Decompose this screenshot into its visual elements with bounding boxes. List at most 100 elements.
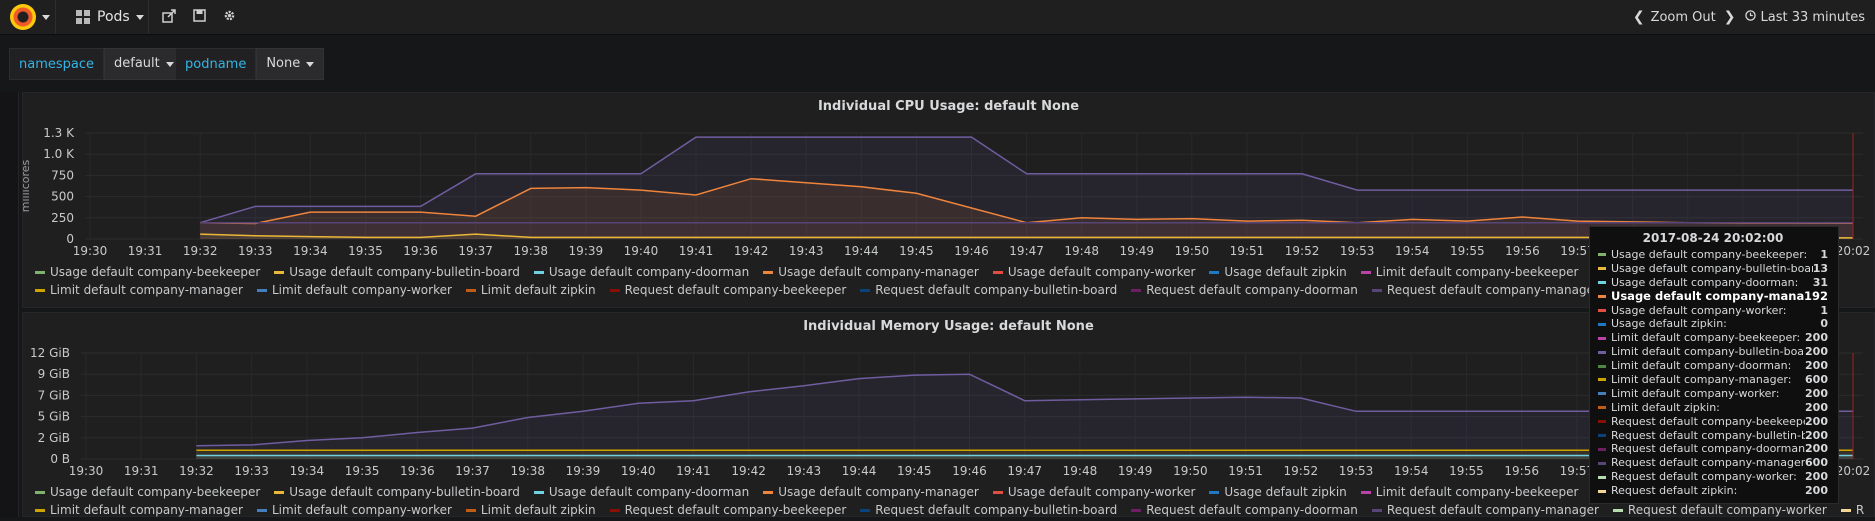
x-tick-label: 19:31 — [128, 244, 163, 258]
x-tick-label: 19:39 — [569, 244, 604, 258]
legend-label: Request default company-manager — [1386, 503, 1599, 517]
legend-item[interactable]: Request default company-doorman — [1131, 283, 1358, 297]
legend-item[interactable]: Limit default zipkin — [465, 503, 596, 517]
legend-item[interactable]: Limit default company-manager — [35, 283, 243, 297]
podname-select[interactable]: None — [256, 48, 325, 80]
legend-item[interactable]: Usage default company-worker — [992, 265, 1196, 279]
tooltip-value: 0 — [1820, 317, 1828, 331]
legend-item[interactable]: Request default company-doorman — [1131, 503, 1358, 517]
tooltip-row: Usage default company-manager:192 — [1598, 289, 1828, 304]
legend-swatch — [1131, 509, 1142, 512]
legend-swatch — [1840, 509, 1851, 512]
x-tick-label: 19:43 — [787, 464, 822, 478]
tooltip-row: Request default company-doorman: 200 — [1598, 442, 1828, 456]
tooltip-series-name: Request default zipkin: — [1611, 484, 1738, 498]
legend-item[interactable]: Usage default company-beekeeper — [35, 265, 260, 279]
tooltip-value: 200 — [1805, 345, 1828, 359]
tooltip-value: 13 — [1812, 261, 1828, 275]
row-collapse-strip[interactable] — [0, 92, 19, 517]
legend-swatch — [1131, 289, 1142, 292]
legend-item[interactable]: Usage default company-bulletin-board — [274, 265, 520, 279]
x-tick-label: 19:38 — [510, 464, 545, 478]
chevron-down-icon — [42, 14, 50, 20]
x-tick-label: 19:41 — [676, 464, 711, 478]
legend-item[interactable]: Usage default company-doorman — [533, 485, 749, 499]
x-tick-label: 19:40 — [621, 464, 656, 478]
chevron-down-icon — [165, 61, 174, 67]
legend-item[interactable]: Usage default company-bulletin-board — [274, 485, 520, 499]
legend-item[interactable]: Request default company-bulletin-board — [860, 283, 1117, 297]
legend-item[interactable]: Usage default zipkin — [1209, 485, 1347, 499]
namespace-value: default — [114, 56, 160, 71]
dashboard-picker[interactable]: Pods — [64, 0, 149, 34]
legend-item[interactable]: Usage default company-manager — [763, 485, 979, 499]
tooltip-value: 200 — [1805, 428, 1828, 442]
legend-item[interactable]: Limit default company-beekeeper — [1360, 265, 1578, 279]
legend-item[interactable]: Limit default company-beekeeper — [1360, 485, 1578, 499]
x-tick-label: 19:37 — [458, 244, 493, 258]
x-tick-label: 19:45 — [899, 244, 934, 258]
legend-item[interactable]: Usage default company-beekeeper — [35, 485, 260, 499]
x-tick-label: 19:54 — [1394, 464, 1429, 478]
namespace-select[interactable]: default — [104, 48, 184, 80]
legend-label: Usage default company-worker — [1007, 265, 1196, 279]
zoom-out-button[interactable]: Zoom Out — [1651, 10, 1716, 25]
legend-item[interactable]: Request default company-beekeeper — [609, 283, 846, 297]
save-icon[interactable] — [191, 9, 207, 25]
legend-item[interactable]: Limit default zipkin — [465, 283, 596, 297]
share-icon[interactable] — [161, 9, 177, 25]
tooltip-swatch — [1598, 253, 1606, 257]
x-tick-label: 19:37 — [455, 464, 490, 478]
legend-swatch — [609, 509, 620, 512]
grafana-menu[interactable] — [0, 0, 56, 34]
legend-item[interactable]: Request default company-manager — [1371, 283, 1599, 297]
legend-item[interactable]: Request default company-bulletin-board — [860, 503, 1117, 517]
legend-item[interactable]: Limit default company-worker — [256, 503, 452, 517]
legend-swatch — [763, 271, 774, 274]
legend-swatch — [256, 509, 267, 512]
chevron-right-icon[interactable]: ❯ — [1724, 9, 1736, 25]
tooltip-swatch — [1598, 378, 1606, 382]
panel-title[interactable]: Individual CPU Usage: default None — [23, 99, 1874, 114]
legend-label: Usage default company-manager — [778, 485, 979, 499]
tooltip-series-name: Usage default company-worker: — [1611, 303, 1787, 317]
x-tick-label: 19:44 — [844, 244, 879, 258]
x-tick-label: 19:33 — [238, 244, 273, 258]
tooltip-value: 200 — [1805, 386, 1828, 400]
legend-item[interactable]: Limit default company-manager — [35, 503, 243, 517]
legend-item[interactable]: Request default company-manager — [1371, 503, 1599, 517]
x-tick-label: 19:44 — [842, 464, 877, 478]
x-tick-label: 19:30 — [73, 244, 108, 258]
legend-item[interactable]: Request default zipkin — [1840, 503, 1864, 517]
legend-item[interactable]: Request default company-beekeeper — [609, 503, 846, 517]
chevron-left-icon[interactable]: ❮ — [1633, 9, 1645, 25]
tooltip-value: 200 — [1805, 400, 1828, 414]
legend-item[interactable]: Usage default company-worker — [992, 485, 1195, 499]
y-tick-label: 0 B — [50, 452, 70, 466]
time-range-picker[interactable]: Last 33 minutes — [1760, 10, 1865, 25]
tooltip-series-name: Request default company-manager: — [1611, 456, 1806, 470]
x-tick-label: 19:38 — [513, 244, 548, 258]
variable-label-podname: podname — [175, 48, 257, 80]
tooltip-row: Usage default company-beekeeper: 1 — [1598, 248, 1828, 262]
settings-gear-icon[interactable] — [221, 9, 237, 25]
tooltip-value: 600 — [1805, 456, 1828, 470]
y-tick-label: 750 — [51, 168, 74, 182]
graph-tooltip: 2017-08-24 20:02:00 Usage default compan… — [1589, 226, 1839, 504]
variable-podname: podname None — [175, 48, 325, 80]
tooltip-row: Usage default company-bulletin-board: 13 — [1598, 262, 1828, 276]
legend-item[interactable]: Usage default zipkin — [1209, 265, 1347, 279]
tooltip-row: Request default company-manager: 600 — [1598, 456, 1828, 470]
legend-item[interactable]: Usage default company-manager — [763, 265, 979, 279]
tooltip-swatch — [1598, 295, 1606, 299]
tooltip-series-name: Request default company-beekeeper: — [1611, 414, 1806, 428]
legend-label: Limit default company-manager — [50, 283, 243, 297]
legend-item[interactable]: Limit default company-worker — [256, 283, 452, 297]
legend-item[interactable]: Request default company-worker — [1612, 503, 1827, 517]
legend-label: Usage default company-bulletin-board — [289, 485, 520, 499]
legend-label: Request default zipkin — [1855, 503, 1864, 517]
legend-label: Usage default company-manager — [778, 265, 979, 279]
x-tick-label: 19:33 — [234, 464, 269, 478]
tooltip-row: Limit default zipkin: 200 — [1598, 401, 1828, 415]
legend-item[interactable]: Usage default company-doorman — [533, 265, 749, 279]
